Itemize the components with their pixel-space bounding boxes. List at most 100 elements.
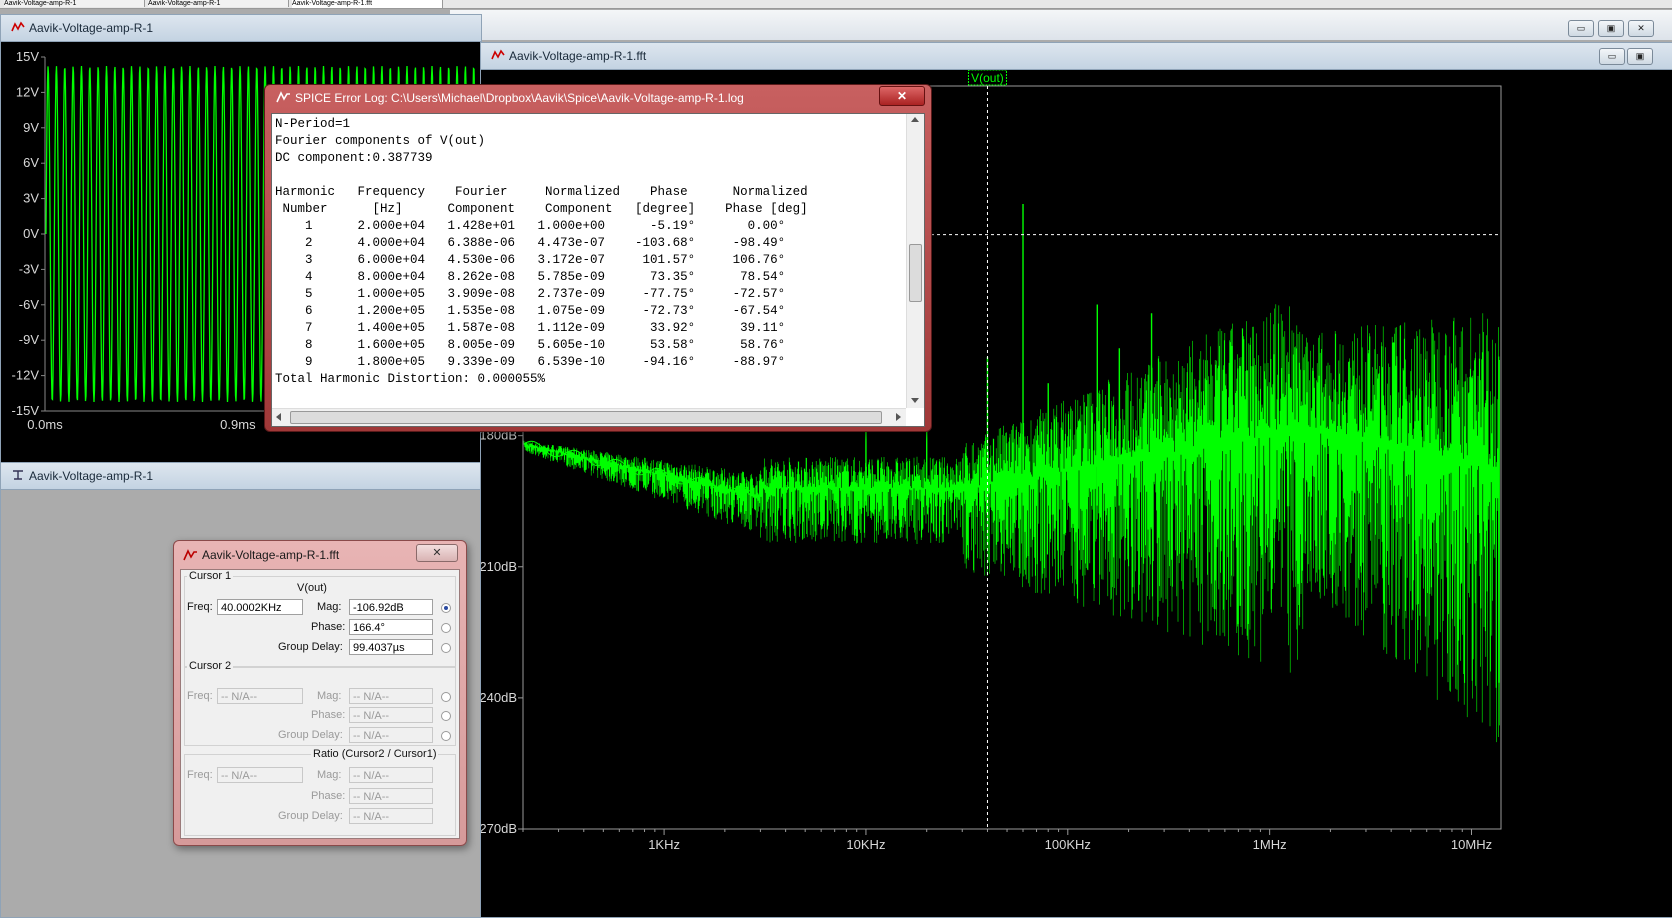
y-tick-label: 0V (23, 226, 39, 241)
close-button[interactable]: ✕ (1628, 20, 1654, 37)
scroll-thumb[interactable] (909, 244, 922, 302)
x-tick-label: 1KHz (648, 837, 680, 852)
mag-label: Mag: (317, 769, 342, 781)
x-tick-label: 0.9ms (220, 417, 256, 432)
spice-icon (276, 91, 290, 103)
freq-label: Freq: (187, 690, 213, 702)
cursor2-group-delay-field[interactable]: -- N/A-- (349, 727, 433, 743)
cursor2-label: Cursor 2 (187, 660, 234, 672)
log-row: 3 6.000e+04 4.530e-06 3.172e-07 101.57° … (275, 253, 786, 267)
phase-label: Phase: (311, 790, 346, 802)
cursor2-mag-radio[interactable] (441, 692, 451, 702)
cursor2-phase-radio[interactable] (441, 711, 451, 721)
scroll-up-icon[interactable] (911, 117, 919, 122)
ratio-phase-field[interactable]: -- N/A-- (349, 788, 433, 804)
log-line: DC component:0.387739 (275, 151, 433, 165)
restore-button[interactable]: ▣ (1598, 20, 1624, 37)
dialog-title: SPICE Error Log: C:\Users\Michael\Dropbo… (295, 91, 744, 105)
cursor1-group-delay-field[interactable]: 99.4037µs (349, 639, 433, 655)
scroll-right-icon[interactable] (896, 413, 901, 421)
log-content: N-Period=1 Fourier components of V(out) … (275, 116, 808, 388)
log-row: 7 1.400e+05 1.587e-08 1.112e-09 33.92° 3… (275, 321, 786, 335)
y-tick-label: -12V (12, 368, 40, 383)
minimize-button[interactable]: ▭ (1599, 48, 1625, 65)
x-tick-label: 0.0ms (27, 417, 63, 432)
cursor1-freq-field[interactable]: 40.0002KHz (217, 599, 303, 615)
ratio-label: Ratio (Cursor2 / Cursor1) (311, 748, 439, 760)
log-row: 2 4.000e+04 6.388e-06 4.473e-07 -103.68°… (275, 236, 786, 250)
taskbar-tab-active[interactable]: Aavik-Voltage-amp-R-1.fft (292, 0, 443, 8)
close-button[interactable]: ✕ (879, 86, 925, 106)
log-text-area[interactable]: N-Period=1 Fourier components of V(out) … (271, 113, 925, 427)
cursor2-mag-field[interactable]: -- N/A-- (349, 688, 433, 704)
cursor1-label: Cursor 1 (187, 570, 234, 582)
log-footer: Total Harmonic Distortion: 0.000055% (275, 372, 546, 386)
schematic-icon (13, 470, 23, 480)
window-title: Aavik-Voltage-amp-R-1.fft (509, 49, 647, 63)
ratio-mag-field[interactable]: -- N/A-- (349, 767, 433, 783)
group-delay-label: Group Delay: (278, 641, 343, 653)
scroll-thumb[interactable] (290, 411, 882, 424)
close-button[interactable]: ✕ (416, 544, 458, 562)
taskbar-tab[interactable]: Aavik-Voltage-amp-R-1 (148, 0, 289, 7)
y-tick-label: -6V (19, 297, 40, 312)
scroll-left-icon[interactable] (276, 413, 281, 421)
phase-label: Phase: (311, 709, 346, 721)
group-delay-label: Group Delay: (278, 729, 343, 741)
dialog-body: Cursor 1 V(out) Freq: 40.0002KHz Mag: -1… (180, 569, 460, 839)
cursor1-mag-radio[interactable] (441, 603, 451, 613)
dialog-title: Aavik-Voltage-amp-R-1.fft (202, 548, 340, 562)
x-tick-label: 100KHz (1045, 837, 1091, 852)
ratio-group-delay-field[interactable]: -- N/A-- (349, 808, 433, 824)
taskbar-tab[interactable]: Aavik-Voltage-amp-R-1 (4, 0, 145, 7)
mag-label: Mag: (317, 601, 342, 613)
transient-titlebar[interactable]: Aavik-Voltage-amp-R-1 (1, 15, 481, 42)
x-tick-label: 10KHz (846, 837, 885, 852)
cursor1-gd-radio[interactable] (441, 643, 451, 653)
window-title: Aavik-Voltage-amp-R-1 (29, 469, 154, 483)
y-tick-label: -210dB (481, 559, 517, 574)
window-title: Aavik-Voltage-amp-R-1 (29, 21, 154, 35)
log-row: 5 1.000e+05 3.909e-08 2.737e-09 -77.75° … (275, 287, 786, 301)
y-tick-label: -9V (19, 332, 40, 347)
y-tick-label: 3V (23, 191, 39, 206)
log-row: 4 8.000e+04 8.262e-08 5.785e-09 73.35° 7… (275, 270, 786, 284)
y-tick-label: 15V (16, 49, 39, 64)
schematic-titlebar[interactable]: Aavik-Voltage-amp-R-1 (1, 463, 481, 490)
phase-label: Phase: (311, 621, 346, 633)
log-row: 1 2.000e+04 1.428e+01 1.000e+00 -5.19° 0… (275, 219, 786, 233)
y-tick-label: -240dB (481, 690, 517, 705)
spice-log-dialog: SPICE Error Log: C:\Users\Michael\Dropbo… (264, 84, 932, 432)
log-line: Harmonic Frequency Fourier Normalized Ph… (275, 185, 808, 199)
restore-button[interactable]: ▣ (1627, 48, 1653, 65)
horizontal-scrollbar[interactable] (272, 408, 906, 426)
waveform-icon (11, 21, 25, 32)
cursor2-gd-radio[interactable] (441, 731, 451, 741)
log-line: Fourier components of V(out) (275, 134, 486, 148)
cursor-dialog: Aavik-Voltage-amp-R-1.fft ✕ Cursor 1 V(o… (173, 540, 467, 846)
log-row: 9 1.800e+05 9.339e-09 6.539e-10 -94.16° … (275, 355, 786, 369)
minimize-button[interactable]: ▭ (1568, 20, 1594, 37)
cursor1-mag-field[interactable]: -106.92dB (349, 599, 433, 615)
fft-titlebar[interactable]: Aavik-Voltage-amp-R-1.fft ▭ ▣ (481, 43, 1672, 70)
y-tick-label: -15V (12, 403, 40, 418)
x-tick-label: 1MHz (1253, 837, 1287, 852)
waveform-icon (491, 49, 505, 60)
freq-label: Freq: (187, 769, 213, 781)
ltspice-icon (183, 549, 197, 561)
log-line: Number [Hz] Component Component [degree]… (275, 202, 808, 216)
scroll-down-icon[interactable] (911, 398, 919, 403)
trace-label: V(out) (971, 71, 1004, 85)
group-delay-label: Group Delay: (278, 810, 343, 822)
cursor1-phase-field[interactable]: 166.4° (349, 619, 433, 635)
y-tick-label: 6V (23, 155, 39, 170)
cursor1-trace: V(out) (297, 582, 327, 594)
y-tick-label: -3V (19, 261, 40, 276)
vertical-scrollbar[interactable] (906, 114, 924, 408)
ratio-freq-field[interactable]: -- N/A-- (217, 767, 303, 783)
cursor1-phase-radio[interactable] (441, 623, 451, 633)
log-line: N-Period=1 (275, 117, 351, 131)
cursor2-phase-field[interactable]: -- N/A-- (349, 707, 433, 723)
cursor2-freq-field[interactable]: -- N/A-- (217, 688, 303, 704)
